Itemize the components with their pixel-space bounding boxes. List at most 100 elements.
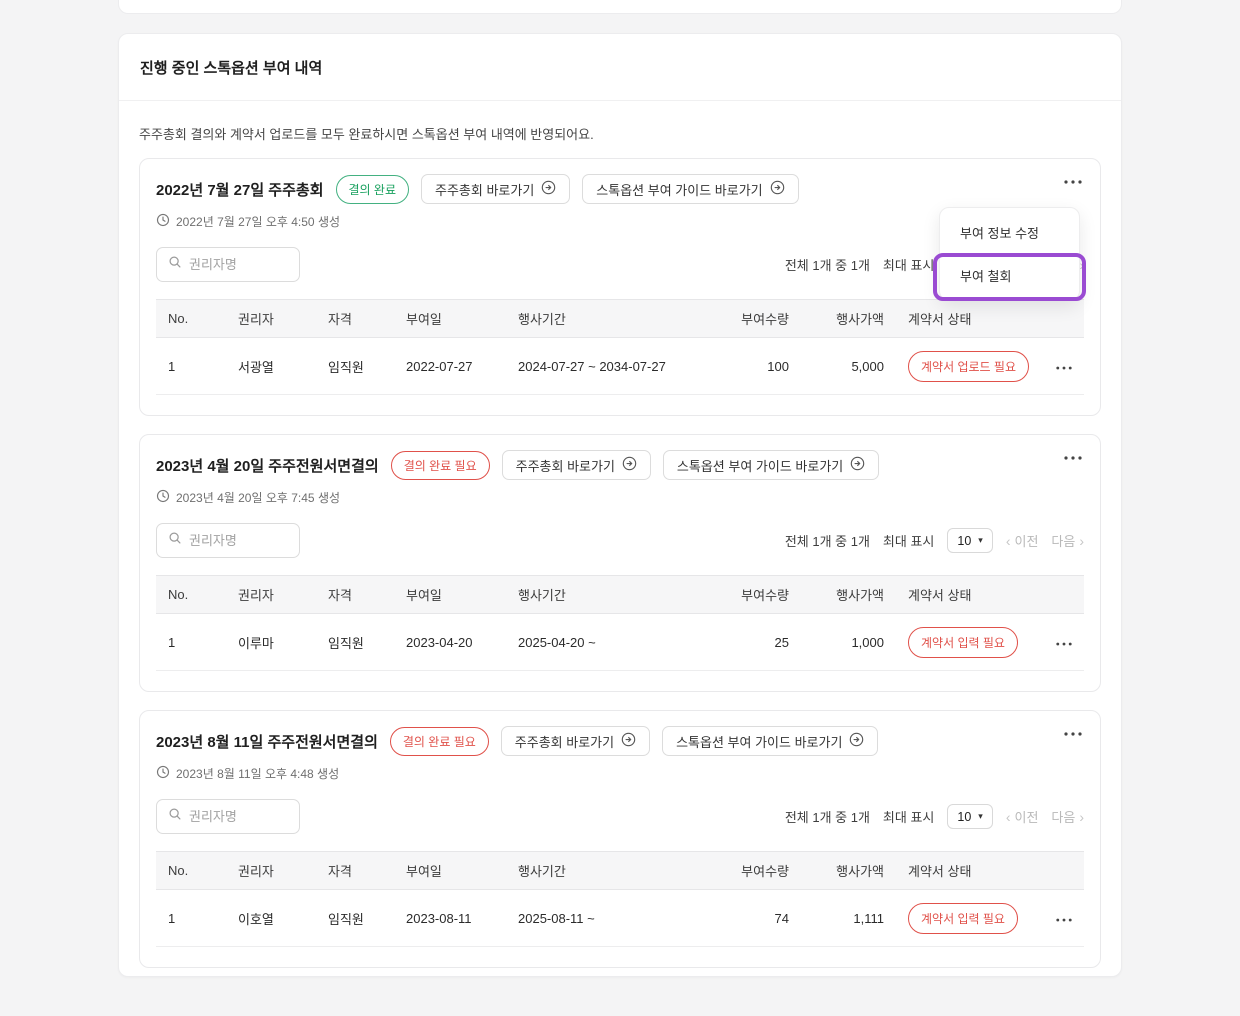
- card-kebab-menu-button[interactable]: [1062, 726, 1084, 742]
- next-page-button[interactable]: 다음 ›: [1051, 807, 1084, 826]
- cell-contract-status: 계약서 입력 필요: [896, 890, 1036, 947]
- meeting-link-button[interactable]: 주주총회 바로가기: [501, 726, 650, 756]
- row-kebab-menu-button[interactable]: [1056, 638, 1072, 650]
- col-role: 자격: [316, 576, 394, 614]
- arrow-right-circle-icon: [621, 732, 636, 750]
- col-grant-date: 부여일: [394, 576, 506, 614]
- search-input-wrapper: [156, 799, 300, 834]
- card-kebab-menu-button[interactable]: [1062, 174, 1084, 190]
- col-exercise-period: 행사기간: [506, 300, 711, 338]
- resolution-status-badge: 결의 완료: [336, 175, 410, 204]
- pagination-summary: 전체 1개 중 1개: [785, 255, 870, 274]
- page-size-label: 최대 표시: [883, 807, 934, 826]
- meeting-link-button[interactable]: 주주총회 바로가기: [421, 174, 570, 204]
- cell-actions: [1036, 338, 1084, 395]
- chevron-left-icon: ‹: [1006, 533, 1011, 549]
- clock-icon: [156, 213, 170, 230]
- col-no: No.: [156, 300, 226, 338]
- cell-exercise-period: 2024-07-27 ~ 2034-07-27: [506, 338, 711, 395]
- meeting-link-label: 주주총회 바로가기: [515, 732, 614, 751]
- kebab-menu-icon: [1064, 724, 1082, 739]
- search-icon: [168, 531, 182, 550]
- search-input-wrapper: [156, 523, 300, 558]
- cell-quantity: 100: [711, 338, 801, 395]
- contract-status-badge: 계약서 입력 필요: [908, 903, 1018, 934]
- table-row: 1 서광열 임직원 2022-07-27 2024-07-27 ~ 2034-0…: [156, 338, 1084, 395]
- card-title-row: 2023년 4월 20일 주주전원서면결의 결의 완료 필요 주주총회 바로가기…: [156, 450, 1084, 480]
- prev-page-button[interactable]: ‹ 이전: [1006, 807, 1039, 826]
- cell-grant-date: 2023-08-11: [394, 890, 506, 947]
- col-price: 행사가액: [801, 300, 896, 338]
- col-holder: 권리자: [226, 852, 316, 890]
- arrow-right-circle-icon: [541, 180, 556, 198]
- guide-link-button[interactable]: 스톡옵션 부여 가이드 바로가기: [663, 450, 879, 480]
- chevron-right-icon: ›: [1079, 809, 1084, 825]
- chevron-right-icon: ›: [1079, 533, 1084, 549]
- col-quantity: 부여수량: [711, 300, 801, 338]
- col-quantity: 부여수량: [711, 852, 801, 890]
- card-title: 2023년 4월 20일 주주전원서면결의: [156, 455, 379, 476]
- page-size-select[interactable]: 10 ▾: [947, 804, 992, 829]
- cell-holder: 이루마: [226, 614, 316, 671]
- card-kebab-menu-button[interactable]: [1062, 450, 1084, 466]
- cell-no: 1: [156, 890, 226, 947]
- table-row: 1 이호열 임직원 2023-08-11 2025-08-11 ~ 74 1,1…: [156, 890, 1084, 947]
- chevron-left-icon: ‹: [1006, 809, 1011, 825]
- prev-page-label: 이전: [1014, 531, 1038, 550]
- cell-quantity: 74: [711, 890, 801, 947]
- guide-link-label: 스톡옵션 부여 가이드 바로가기: [676, 732, 842, 751]
- arrow-right-circle-icon: [849, 732, 864, 750]
- arrow-right-circle-icon: [622, 456, 637, 474]
- col-role: 자격: [316, 852, 394, 890]
- page-size-select[interactable]: 10 ▾: [947, 528, 992, 553]
- row-kebab-menu-button[interactable]: [1056, 914, 1072, 926]
- col-contract-status: 계약서 상태: [896, 576, 1036, 614]
- menu-item-edit-grant[interactable]: 부여 정보 수정: [940, 211, 1079, 254]
- resolution-status-badge: 결의 완료 필요: [391, 451, 490, 480]
- col-actions: [1036, 300, 1084, 338]
- search-input[interactable]: [189, 809, 288, 824]
- guide-link-button[interactable]: 스톡옵션 부여 가이드 바로가기: [662, 726, 878, 756]
- menu-item-revoke-wrap: 부여 철회: [940, 254, 1079, 297]
- page-size-value: 10: [957, 534, 971, 548]
- card-toolbar: 전체 1개 중 1개 최대 표시 10 ▾ ‹ 이전 다음 ›: [156, 799, 1084, 834]
- created-timestamp: 2023년 4월 20일 오후 7:45 생성: [156, 489, 1084, 506]
- cell-actions: [1036, 890, 1084, 947]
- col-grant-date: 부여일: [394, 852, 506, 890]
- col-holder: 권리자: [226, 576, 316, 614]
- stock-option-section-card: 진행 중인 스톡옵션 부여 내역 주주총회 결의와 계약서 업로드를 모두 완료…: [118, 33, 1122, 977]
- guide-link-label: 스톡옵션 부여 가이드 바로가기: [596, 180, 762, 199]
- table-header-row: No. 권리자 자격 부여일 행사기간 부여수량 행사가액 계약서 상태: [156, 852, 1084, 890]
- kebab-menu-icon: [1064, 448, 1082, 463]
- grant-table: No. 권리자 자격 부여일 행사기간 부여수량 행사가액 계약서 상태: [156, 575, 1084, 671]
- cell-no: 1: [156, 614, 226, 671]
- guide-link-button[interactable]: 스톡옵션 부여 가이드 바로가기: [582, 174, 798, 204]
- cell-contract-status: 계약서 업로드 필요: [896, 338, 1036, 395]
- search-input-wrapper: [156, 247, 300, 282]
- page-size-label: 최대 표시: [883, 531, 934, 550]
- search-icon: [168, 807, 182, 826]
- created-timestamp-text: 2022년 7월 27일 오후 4:50 생성: [176, 213, 340, 230]
- kebab-menu-icon: [1064, 172, 1082, 187]
- prev-page-button[interactable]: ‹ 이전: [1006, 531, 1039, 550]
- cell-exercise-period: 2025-08-11 ~: [506, 890, 711, 947]
- cell-role: 임직원: [316, 338, 394, 395]
- search-input[interactable]: [189, 533, 288, 548]
- cell-actions: [1036, 614, 1084, 671]
- meeting-link-label: 주주총회 바로가기: [516, 456, 615, 475]
- card-title-row: 2023년 8월 11일 주주전원서면결의 결의 완료 필요 주주총회 바로가기…: [156, 726, 1084, 756]
- col-contract-status: 계약서 상태: [896, 300, 1036, 338]
- menu-item-revoke-grant[interactable]: 부여 철회: [940, 254, 1079, 297]
- section-body: 주주총회 결의와 계약서 업로드를 모두 완료하시면 스톡옵션 부여 내역에 반…: [119, 124, 1121, 968]
- table-header-row: No. 권리자 자격 부여일 행사기간 부여수량 행사가액 계약서 상태: [156, 300, 1084, 338]
- next-page-button[interactable]: 다음 ›: [1051, 531, 1084, 550]
- cell-quantity: 25: [711, 614, 801, 671]
- created-timestamp-text: 2023년 4월 20일 오후 7:45 생성: [176, 489, 340, 506]
- search-input[interactable]: [189, 257, 288, 272]
- row-kebab-menu-button[interactable]: [1056, 362, 1072, 374]
- card-title-row: 2022년 7월 27일 주주총회 결의 완료 주주총회 바로가기 스톡옵션 부…: [156, 174, 1084, 204]
- cell-price: 1,000: [801, 614, 896, 671]
- meeting-link-button[interactable]: 주주총회 바로가기: [502, 450, 651, 480]
- table-row: 1 이루마 임직원 2023-04-20 2025-04-20 ~ 25 1,0…: [156, 614, 1084, 671]
- col-price: 행사가액: [801, 576, 896, 614]
